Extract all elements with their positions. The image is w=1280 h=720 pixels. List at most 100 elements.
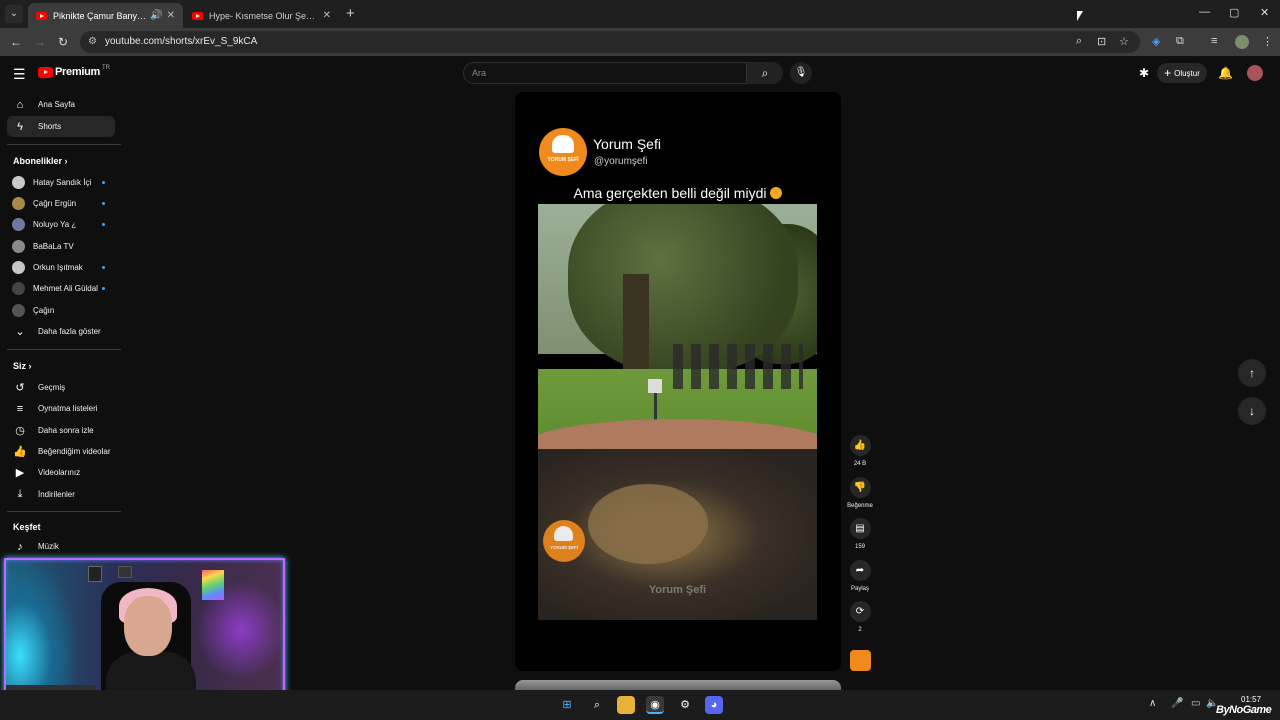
search-button[interactable]: ⌕: [747, 62, 783, 84]
microphone-tray-icon[interactable]: 🎤: [1171, 698, 1183, 709]
forward-arrow-icon[interactable]: →: [34, 35, 46, 49]
chevron-down-icon: ⌄: [15, 326, 25, 338]
sidebar-item-subscription[interactable]: Orkun Işıtmak: [7, 257, 115, 278]
remix-button[interactable]: ⟳ 2: [849, 601, 871, 633]
video-watermark-text: Yorum Şefi: [648, 584, 707, 596]
browser-toolbar: ← → ↻ ⚙ youtube.com/shorts/xrEv_S_9kCA ⌕…: [0, 28, 1280, 56]
new-content-dot: [102, 223, 105, 226]
channel-avatar: [12, 176, 25, 189]
next-short-preview[interactable]: [515, 680, 841, 690]
new-content-dot: [102, 287, 105, 290]
browser-tab[interactable]: Hype- Kısmetse Olur Şeydaya T ✕: [184, 3, 339, 28]
mic-icon: 🎙: [794, 67, 808, 78]
streamer-brand-watermark: ByNoGame: [1216, 704, 1272, 716]
address-bar[interactable]: ⚙ youtube.com/shorts/xrEv_S_9kCA ⌕ ⊡ ☆: [80, 31, 1140, 53]
new-tab-button[interactable]: +: [346, 5, 355, 22]
tab-search-button[interactable]: ⌄: [5, 5, 23, 23]
like-button[interactable]: 👍 24 B: [849, 435, 871, 467]
sidebar-item-watch-later[interactable]: ◷ Daha sonra izle: [7, 420, 115, 441]
windows-start-icon[interactable]: ⊞: [558, 696, 576, 714]
sidebar-item-downloads[interactable]: ⤓ İndirilenler: [7, 484, 115, 505]
tab-close-icon[interactable]: ✕: [167, 10, 175, 21]
channel-avatar: [12, 282, 25, 295]
tray-chevron-icon[interactable]: ∧: [1149, 698, 1156, 709]
playlist-icon: ≡: [16, 402, 24, 415]
channel-logo[interactable]: YORUM ŞEFİ: [539, 128, 587, 176]
media-control-icon[interactable]: ≡: [1211, 35, 1217, 47]
sound-channel-thumbnail[interactable]: [850, 650, 871, 671]
extensions-puzzle-icon[interactable]: ⧉: [1176, 35, 1184, 48]
you-heading[interactable]: Siz ›: [13, 361, 32, 371]
create-button[interactable]: + Oluştur: [1157, 63, 1207, 83]
sidebar-item-show-more[interactable]: ⌄ Daha fazla göster: [7, 321, 115, 342]
shorts-player[interactable]: YORUM ŞEFİ Yorum Şefi @yorumşefi Ama ger…: [515, 92, 841, 671]
file-explorer-icon[interactable]: [617, 696, 635, 714]
site-info-icon[interactable]: ⚙: [88, 36, 97, 47]
sidebar-item-your-videos[interactable]: ▶ Videolarınız: [7, 462, 115, 483]
account-avatar[interactable]: [1247, 65, 1263, 81]
previous-short-button[interactable]: ↑: [1238, 359, 1266, 387]
extension-icon[interactable]: ◈: [1152, 35, 1160, 48]
youtube-logo[interactable]: Premium TR: [38, 65, 110, 78]
app-icon[interactable]: ⚙: [676, 696, 694, 714]
channel-logo-text: YORUM ŞEFİ: [547, 157, 579, 163]
chrome-icon[interactable]: ◉: [646, 696, 664, 714]
sidebar-item-liked-videos[interactable]: 👍 Beğendiğim videolar: [7, 441, 115, 462]
hamburger-menu-icon[interactable]: ☰: [13, 66, 26, 83]
thumbs-up-icon: 👍: [849, 435, 871, 456]
next-short-button[interactable]: ↓: [1238, 397, 1266, 425]
comment-count: 159: [854, 544, 865, 550]
music-icon: ♪: [17, 540, 23, 553]
sidebar-item-shorts[interactable]: ϟ Shorts: [7, 116, 115, 137]
dislike-button[interactable]: 👎 Beğenme: [847, 477, 873, 509]
taskbar-search-icon[interactable]: ⌕: [588, 696, 606, 714]
notifications-bell-icon[interactable]: 🔔: [1218, 66, 1233, 80]
display-tray-icon[interactable]: ▭: [1191, 698, 1200, 709]
comments-button[interactable]: ▤ 159: [849, 518, 871, 550]
sidebar-item-subscription[interactable]: BaBaLa TV: [7, 236, 115, 257]
voice-search-button[interactable]: 🎙: [790, 62, 812, 84]
back-arrow-icon[interactable]: ←: [10, 35, 22, 49]
subscriptions-heading[interactable]: Abonelikler ›: [13, 156, 68, 166]
install-app-icon[interactable]: ⊡: [1097, 35, 1106, 48]
divider: [7, 144, 121, 145]
chevron-right-icon: ›: [64, 156, 68, 166]
browser-tab-active[interactable]: Piknikte Çamur Banyosu Ke 🔊 ✕: [28, 3, 183, 28]
speaker-icon[interactable]: 🔊: [150, 10, 162, 21]
windows-taskbar: [0, 690, 1280, 720]
channel-avatar: [12, 304, 25, 317]
search-input[interactable]: Ara: [463, 62, 747, 84]
browser-profile-avatar[interactable]: [1235, 35, 1249, 49]
maximize-button[interactable]: ▢: [1229, 6, 1239, 19]
sidebar-item-subscription[interactable]: Mehmet Ali Güldal: [7, 278, 115, 299]
mouse-cursor-icon: [1077, 11, 1083, 21]
bookmark-star-icon[interactable]: ☆: [1119, 35, 1129, 48]
shorts-ai-icon[interactable]: ✱: [1139, 66, 1149, 80]
channel-avatar: [12, 240, 25, 253]
minimize-button[interactable]: —: [1199, 6, 1210, 18]
chef-hat-icon: [554, 526, 573, 541]
reload-icon[interactable]: ↻: [58, 35, 68, 49]
sidebar-item-subscription[interactable]: Çağın: [7, 300, 115, 321]
sidebar-item-history[interactable]: ↺ Geçmiş: [7, 377, 115, 398]
tab-close-icon[interactable]: ✕: [323, 10, 331, 21]
zoom-icon[interactable]: ⌕: [1076, 35, 1082, 48]
share-button[interactable]: ➦ Paylaş: [849, 560, 871, 592]
youtube-play-icon: [38, 66, 53, 78]
video-frame[interactable]: YORUM ŞEFİ Yorum Şefi: [538, 204, 817, 620]
sidebar-item-home[interactable]: ⌂ Ana Sayfa: [7, 94, 115, 115]
browser-menu-icon[interactable]: ⋮: [1262, 35, 1273, 48]
tab-title: Piknikte Çamur Banyosu Ke: [53, 10, 147, 21]
sidebar-item-subscription[interactable]: Çağrı Ergün: [7, 193, 115, 214]
sidebar-item-playlists[interactable]: ≡ Oynatma listeleri: [7, 398, 115, 419]
sidebar-item-subscription[interactable]: Noluyo Ya ¿: [7, 214, 115, 235]
shorts-icon: ϟ: [17, 120, 23, 133]
close-window-button[interactable]: ✕: [1260, 6, 1269, 19]
plus-icon: +: [1164, 66, 1172, 80]
dislike-label: Beğenme: [847, 503, 873, 509]
sidebar-item-subscription[interactable]: Hatay Sandık İçi: [7, 172, 115, 193]
channel-name[interactable]: Yorum Şefi: [593, 136, 661, 152]
sidebar-item-music[interactable]: ♪ Müzik: [7, 536, 115, 557]
discord-icon[interactable]: ◕: [705, 696, 723, 714]
new-content-dot: [102, 202, 105, 205]
